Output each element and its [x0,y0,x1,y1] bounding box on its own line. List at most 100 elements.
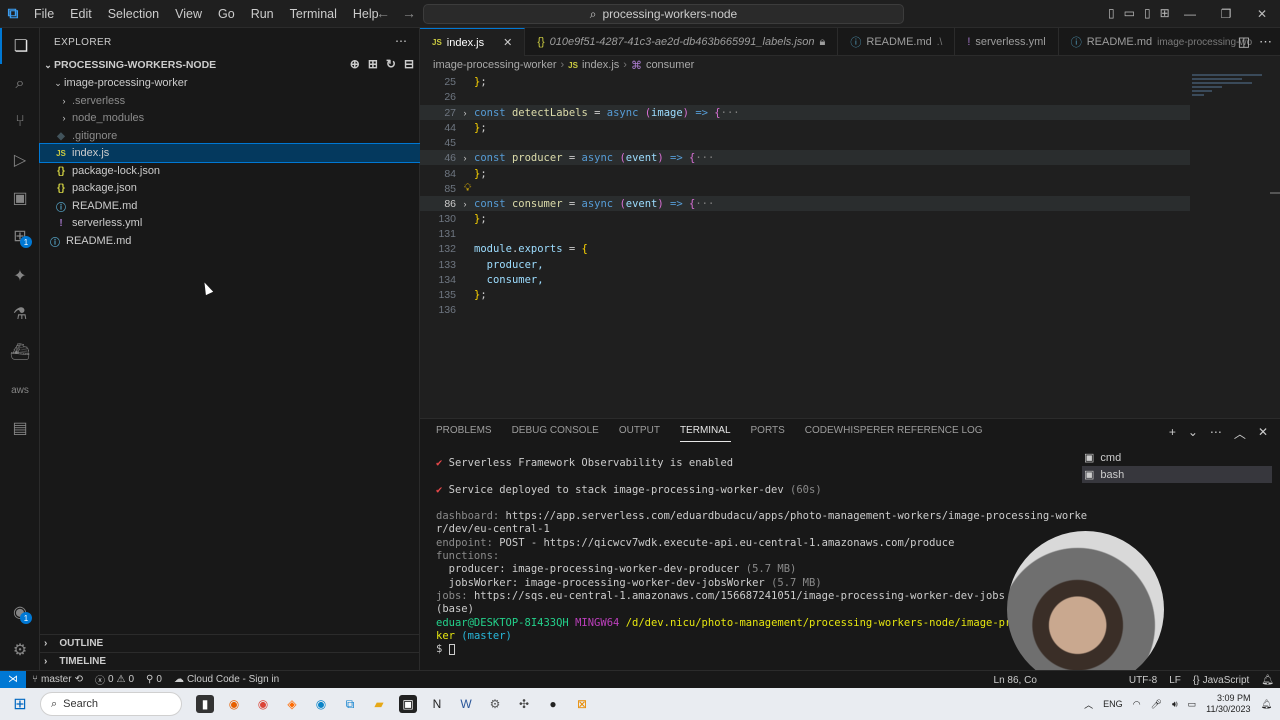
refresh-icon[interactable]: ↻ [386,57,396,71]
eol-status[interactable]: LF [1163,675,1187,686]
minimize-icon[interactable]: — [1172,0,1208,28]
tab-serverless-yml[interactable]: ! serverless.yml [955,28,1059,56]
chat-icon[interactable]: ▤ [0,410,40,446]
file-index-js[interactable]: JS index.js [39,143,421,163]
toggle-secondary-sidebar-icon[interactable]: ▯ [1144,6,1151,20]
terminal-link[interactable]: POST - https://qicwcv7wdk.execute-api.eu… [499,537,954,549]
more-actions-icon[interactable]: ⋯ [1210,425,1222,442]
collapse-all-icon[interactable]: ⊟ [404,57,414,71]
tab-index-js[interactable]: JS index.js ✕ [420,28,526,56]
close-icon[interactable]: ✕ [1244,0,1280,28]
chevron-right-icon[interactable]: › [456,153,474,163]
tab-readme-md[interactable]: ⓘ README.md .\ [838,28,956,56]
chevron-up-icon[interactable]: ︿ [1084,698,1093,711]
gear-icon[interactable]: ⚙ [0,632,40,668]
remote-explorer-icon[interactable]: ▣ [0,180,40,216]
taskbar-search[interactable]: ⌕ Search [40,692,182,716]
chevron-down-icon[interactable]: ⌄ [1188,425,1198,442]
firefox-icon[interactable]: ◉ [225,695,243,713]
tab-labels-json[interactable]: {} 010e9f51-4287-41c3-ae2d-db463b665991_… [525,28,839,56]
forward-arrow-icon[interactable]: → [402,5,416,21]
terminal-app-icon[interactable]: ▣ [399,695,417,713]
more-actions-icon[interactable]: ⋯ [1259,34,1272,50]
new-folder-icon[interactable]: ⊞ [368,57,378,71]
terminal-prompt[interactable]: $ [436,643,1076,656]
explorer-icon[interactable]: ❏ [0,28,40,64]
source-control-icon[interactable]: ⑂ [0,104,40,140]
menu-selection[interactable]: Selection [100,7,167,21]
settings-icon[interactable]: ⚙ [486,695,504,713]
accounts-icon[interactable]: ◉ 1 [0,594,40,630]
ports-status[interactable]: ⚲ 0 [140,674,168,685]
new-file-icon[interactable]: ⊕ [350,57,360,71]
docker-icon[interactable]: ⛴ [0,334,40,370]
testing-icon[interactable]: ⚗ [0,296,40,332]
file-readme-md[interactable]: ⓘ README.md [40,197,420,215]
folder-node-modules[interactable]: › node_modules [40,109,420,127]
breadcrumb-symbol[interactable]: consumer [646,59,694,71]
lightbulb-icon[interactable]: 💡︎ [464,182,471,195]
clock[interactable]: 3:09 PM 11/30/2023 [1206,693,1250,715]
terminal-output[interactable]: ✔ Serverless Framework Observability is … [436,457,1087,656]
chevron-right-icon[interactable]: › [456,108,474,118]
command-center-search[interactable]: ⌕ processing-workers-node [423,4,904,24]
remote-icon[interactable]: ⋊ [0,670,26,689]
file-package-json[interactable]: {} package.json [40,179,420,197]
terminal-link[interactable]: https://app.serverless.com/eduardbudacu/… [506,510,1088,522]
toggle-sidebar-icon[interactable]: ▯ [1108,6,1115,20]
terminal-link[interactable]: https://sqs.eu-central-1.amazonaws.com/1… [474,590,1005,602]
breadcrumb-folder[interactable]: image-processing-worker [433,59,557,71]
split-editor-icon[interactable]: ◫ [1238,34,1250,50]
breadcrumb-file[interactable]: index.js [582,59,619,71]
terminal-item-bash[interactable]: ▣ bash [1082,466,1272,483]
language-indicator[interactable]: ENG [1103,699,1123,709]
file-package-lock-json[interactable]: {} package-lock.json [40,162,420,180]
language-status[interactable]: {} JavaScript [1187,675,1255,686]
menu-view[interactable]: View [167,7,210,21]
file-root-readme-md[interactable]: ⓘ README.md [40,232,420,250]
close-icon[interactable]: ✕ [503,36,512,49]
aws-icon[interactable]: aws [0,372,40,408]
folder-image-processing-worker[interactable]: ⌄ image-processing-worker [40,74,420,92]
code-editor[interactable]: 25 }; 26 27 › const detectLabels = async… [420,74,1280,418]
file-explorer-icon[interactable]: ▰ [370,695,388,713]
chevron-right-icon[interactable]: › [456,199,474,209]
windows-start-icon[interactable]: ⊞ [0,694,40,714]
app-icon-2[interactable]: ⊠ [573,695,591,713]
menu-edit[interactable]: Edit [62,7,100,21]
tab-output[interactable]: OUTPUT [619,425,660,442]
maximize-panel-icon[interactable]: ︿ [1234,425,1246,442]
menu-terminal[interactable]: Terminal [282,7,345,21]
close-icon[interactable]: ✕ [1258,425,1268,442]
branch-status[interactable]: ⑂ master ⟲ [26,674,89,685]
app-icon[interactable]: ◈ [283,695,301,713]
run-debug-icon[interactable]: ▷ [0,142,40,178]
search-icon[interactable]: ⌕ [0,66,40,102]
menu-run[interactable]: Run [243,7,282,21]
tab-readme-md-2[interactable]: ⓘ README.md image-processing-wo [1059,28,1264,56]
chrome-icon[interactable]: ◉ [254,695,272,713]
edge-icon[interactable]: ◉ [312,695,330,713]
cloud-code-status[interactable]: ☁ Cloud Code - Sign in [168,674,285,685]
notion-icon[interactable]: N [428,695,446,713]
terminal-item-cmd[interactable]: ▣ cmd [1082,449,1272,466]
back-arrow-icon[interactable]: ← [376,5,390,21]
encoding-status[interactable]: UTF-8 [1123,675,1163,686]
notifications-icon[interactable]: 🔔︎ [1255,675,1280,686]
terminal-link[interactable]: r/dev/eu-central-1 [436,523,550,535]
tab-codewhisperer-log[interactable]: CODEWHISPERER REFERENCE LOG [805,425,983,442]
customize-layout-icon[interactable]: ⊞ [1160,6,1170,20]
github-icon[interactable]: ● [544,695,562,713]
notification-center-icon[interactable]: 🔔︎ [1261,699,1272,710]
new-terminal-icon[interactable]: + [1169,425,1176,442]
file-serverless-yml[interactable]: ! serverless.yml [40,214,420,232]
folder-serverless[interactable]: › .serverless [40,92,420,110]
tab-terminal[interactable]: TERMINAL [679,425,731,442]
tool-icon[interactable]: ✣ [515,695,533,713]
outline-section[interactable]: › OUTLINE [40,634,420,652]
task-view-icon[interactable]: ▮ [196,695,214,713]
menu-file[interactable]: File [26,7,62,21]
timeline-section[interactable]: › TIMELINE [40,652,420,670]
more-actions-icon[interactable]: ⋯ [395,34,407,48]
toggle-panel-icon[interactable]: ▭ [1124,6,1135,20]
